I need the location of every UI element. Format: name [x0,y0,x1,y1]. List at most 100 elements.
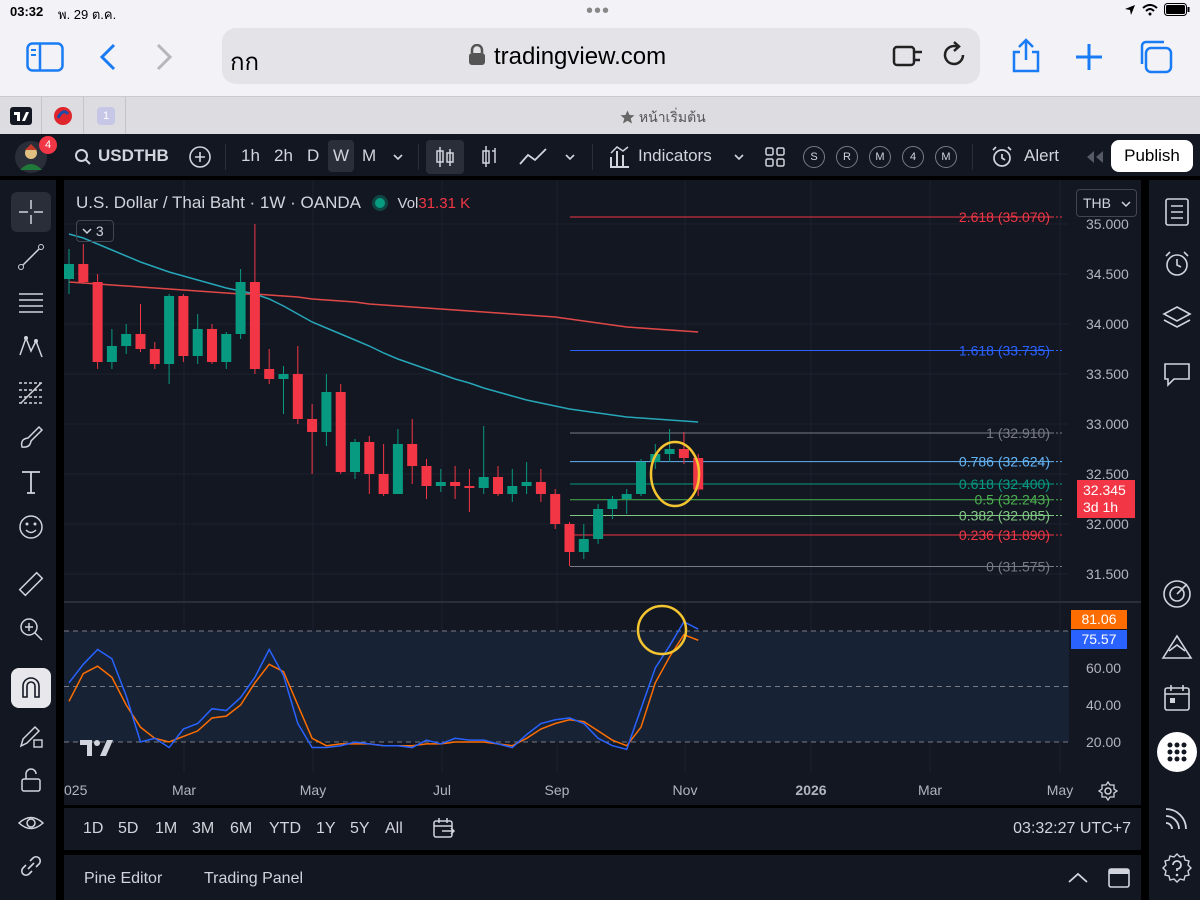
crosshair-tool[interactable] [11,192,51,232]
broadcast-button[interactable] [1159,800,1195,836]
price-chart[interactable]: 2.618 (35.070) 1.618 (33.735) 1 (32.910) 0.… [64,180,1141,805]
indicators-icon [610,146,629,168]
price-axis-label: 35.000 [1086,216,1129,232]
magnet-tool[interactable] [11,668,51,708]
help-button[interactable] [1159,850,1195,886]
publish-button[interactable]: Publish [1111,140,1193,172]
text-tool[interactable] [11,462,51,502]
interval-d[interactable]: D [307,146,319,166]
calendar-button[interactable] [1159,680,1195,716]
alerts-button[interactable] [1159,246,1195,282]
chart-clock[interactable]: 03:32:27 UTC+7 [1013,820,1131,838]
chart-legend[interactable]: U.S. Dollar / Thai Baht · 1W · OANDA Vol… [76,193,470,213]
candle-body [578,539,589,552]
alert-button[interactable]: Alert [1024,146,1059,166]
tab-bank[interactable] [42,97,84,135]
pine-editor-tab[interactable]: Pine Editor [84,870,162,888]
zoom-tool[interactable] [11,609,51,649]
indicator-chip-m2[interactable]: M [935,146,957,168]
right-sidebar [1145,180,1200,900]
chart-pane[interactable]: 2.618 (35.070) 1.618 (33.735) 1 (32.910) 0.… [64,180,1141,805]
tabs-overview-icon[interactable] [1138,40,1174,74]
layers-button[interactable] [1159,300,1195,336]
interval-w[interactable]: W [328,140,354,172]
indicator-chip-r[interactable]: R [836,146,858,168]
lock-tool[interactable] [11,760,51,800]
currency-selector[interactable]: THB [1076,189,1137,217]
sidebar-icon[interactable] [26,42,64,72]
range-6m[interactable]: 6M [230,820,252,838]
range-ytd[interactable]: YTD [269,820,301,838]
interval-1h[interactable]: 1h [241,146,260,166]
rewind-icon[interactable] [1084,150,1106,164]
ideas-button[interactable] [1159,576,1195,612]
streams-button[interactable] [1159,630,1195,666]
candle-body [378,474,389,494]
price-axis-label: 34.000 [1086,316,1129,332]
new-tab-icon[interactable] [1074,42,1104,72]
chevron-down-icon[interactable] [392,152,404,162]
chat-button[interactable] [1159,356,1195,392]
symbol-search-button[interactable]: USDTHB [98,146,169,166]
status-bar: 03:32 พ. 29 ต.ค. ••• [0,0,1200,24]
interval-m[interactable]: M [362,146,376,166]
chevron-up-icon[interactable] [1067,871,1089,885]
extension-icon[interactable] [892,42,926,70]
more-apps-button[interactable] [1157,732,1197,772]
tab-numbered[interactable]: 1 [84,97,126,135]
measure-tool[interactable] [11,564,51,604]
time-axis-label: Sep [545,782,570,798]
range-1m[interactable]: 1M [155,820,177,838]
range-all[interactable]: All [385,820,403,838]
tab-home[interactable]: หน้าเริ่มต้น [620,107,706,129]
address-bar[interactable]: กก tradingview.com [222,28,980,84]
bars-icon[interactable] [480,145,502,169]
range-1d[interactable]: 1D [83,820,103,838]
chart-type-candles-button[interactable] [426,140,464,174]
range-3m[interactable]: 3M [192,820,214,838]
candle-body [192,329,203,356]
link-tool[interactable] [11,846,51,886]
maximize-panel-icon[interactable] [1107,867,1131,889]
reload-icon[interactable] [940,40,968,70]
reader-button[interactable]: กก [230,42,259,81]
emoji-tool[interactable] [11,507,51,547]
fib-retracement-tool[interactable] [11,372,51,412]
trend-line-tool[interactable] [11,237,51,277]
volume-label: Vol [397,195,419,212]
search-icon[interactable] [74,148,92,166]
horizontal-lines-tool[interactable] [11,282,51,322]
range-1y[interactable]: 1Y [316,820,336,838]
tab-tradingview[interactable] [0,97,42,135]
line-chart-icon[interactable] [518,146,548,168]
compare-symbol-icon[interactable] [188,145,212,169]
candle-body [464,486,475,488]
trading-panel-tab[interactable]: Trading Panel [204,870,303,888]
chevron-down-icon[interactable] [733,152,745,162]
chevron-down-icon[interactable] [564,152,576,162]
indicator-chip-s[interactable]: S [803,146,825,168]
watchlist-button[interactable] [1159,194,1195,230]
fib-level-label: 0.5 (32.243) [975,492,1051,508]
oscillator-axis-label: 60.00 [1086,660,1121,676]
forward-icon[interactable] [154,42,174,72]
range-5d[interactable]: 5D [118,820,138,838]
hide-drawings-tool[interactable] [11,803,51,843]
range-5y[interactable]: 5Y [350,820,370,838]
indicators-collapse-button[interactable]: 3 [76,220,114,242]
go-to-date-icon[interactable] [432,817,456,839]
lock-drawings-pencil-tool[interactable] [11,716,51,756]
layout-grid-icon[interactable] [764,146,786,168]
chart-settings-icon[interactable] [1098,781,1118,801]
multitasking-dots-icon[interactable]: ••• [586,0,610,23]
avatar[interactable]: 4 [14,136,57,174]
time-axis-label: May [1047,782,1073,798]
interval-2h[interactable]: 2h [274,146,293,166]
back-icon[interactable] [98,42,118,72]
indicator-chip-4[interactable]: 4 [902,146,924,168]
brush-tool[interactable] [11,417,51,457]
pattern-tool[interactable] [11,327,51,367]
indicator-chip-m[interactable]: M [869,146,891,168]
share-icon[interactable] [1010,38,1042,74]
indicators-button[interactable]: Indicators [638,146,712,166]
